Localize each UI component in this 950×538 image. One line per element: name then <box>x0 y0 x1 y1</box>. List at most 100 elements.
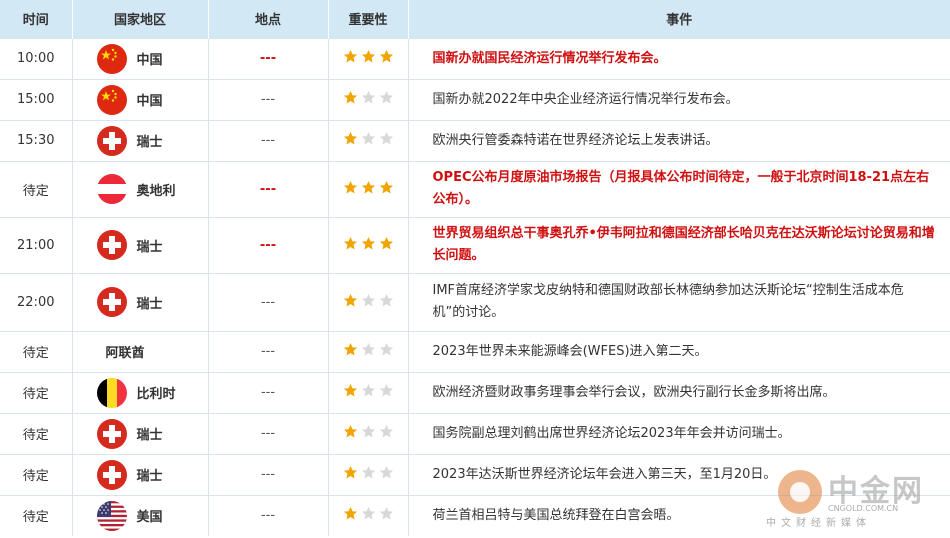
star-filled-icon <box>379 180 394 195</box>
event-time: 待定 <box>0 160 73 217</box>
event-time: 待定 <box>0 453 73 495</box>
event-description: 2023年达沃斯世界经济论坛年会进入第三天，至1月20日。 <box>408 453 950 495</box>
star-filled-icon <box>343 131 358 146</box>
star-empty-icon <box>379 342 394 357</box>
economic-calendar-table: 时间 国家地区 地点 重要性 事件 10:00 中国 --- 国新办就国民经济运行情况… <box>0 0 950 536</box>
star-filled-icon <box>343 180 358 195</box>
importance-rating <box>328 216 409 273</box>
event-place: --- <box>208 216 329 273</box>
event-country: 中国 <box>72 78 209 120</box>
table-row: 待定 瑞士 --- 国务院副总理刘鹤出席世界经济论坛2023年年会并访问瑞士。 <box>0 412 950 454</box>
star-filled-icon <box>343 342 358 357</box>
star-empty-icon <box>379 506 394 521</box>
table-row: 待定 瑞士 --- 2023年达沃斯世界经济论坛年会进入第三天，至1月20日。 <box>0 453 950 495</box>
table-row: 待定 美国 --- 荷兰首相吕特与美国总统拜登在白宫会晤。 <box>0 494 950 536</box>
flag-switzerland-icon <box>96 230 127 260</box>
star-filled-icon <box>361 180 376 195</box>
star-empty-icon <box>361 383 376 398</box>
header-place: 地点 <box>208 0 329 38</box>
star-empty-icon <box>361 424 376 439</box>
star-filled-icon <box>343 424 358 439</box>
event-description: OPEC公布月度原油市场报告（月报具体公布时间待定，一般于北京时间18-21点左… <box>408 160 950 217</box>
event-place: --- <box>208 37 329 79</box>
event-description: 2023年世界未来能源峰会(WFES)进入第二天。 <box>408 330 950 372</box>
star-filled-icon <box>343 383 358 398</box>
star-filled-icon <box>379 49 394 64</box>
table-row: 15:00 中国 --- 国新办就2022年中央企业经济运行情况举行发布会。 <box>0 78 950 120</box>
event-time: 15:00 <box>0 78 73 120</box>
event-country: 中国 <box>72 37 209 79</box>
event-description: 国新办就2022年中央企业经济运行情况举行发布会。 <box>408 78 950 120</box>
event-country: 美国 <box>72 494 209 536</box>
header-row: 时间 国家地区 地点 重要性 事件 <box>0 0 950 38</box>
event-time: 待定 <box>0 371 73 413</box>
event-country: 阿联酋 <box>72 330 209 372</box>
star-filled-icon <box>361 236 376 251</box>
event-description: 世界贸易组织总干事奥孔乔•伊韦阿拉和德国经济部长哈贝克在达沃斯论坛讨论贸易和增长… <box>408 216 950 273</box>
table-row: 21:00 瑞士 --- 世界贸易组织总干事奥孔乔•伊韦阿拉和德国经济部长哈贝克在达沃… <box>0 216 950 273</box>
country-name: 中国 <box>136 53 163 68</box>
header-country: 国家地区 <box>72 0 209 38</box>
event-country: 瑞士 <box>72 272 209 331</box>
table-row: 待定 阿联酋 --- 2023年世界未来能源峰会(WFES)进入第二天。 <box>0 330 950 372</box>
flag-usa-icon <box>96 500 127 531</box>
importance-rating <box>328 412 409 454</box>
event-country: 瑞士 <box>72 216 209 273</box>
flag-china-icon <box>96 43 127 74</box>
importance-rating <box>328 453 409 495</box>
importance-rating <box>328 37 409 79</box>
importance-rating <box>328 119 409 161</box>
star-filled-icon <box>343 293 358 308</box>
importance-rating <box>328 272 409 331</box>
event-description: 欧洲央行管委森特诺在世界经济论坛上发表讲话。 <box>408 119 950 161</box>
flag-austria-icon <box>96 174 127 204</box>
country-name: 瑞士 <box>136 296 163 312</box>
star-empty-icon <box>361 465 376 480</box>
importance-rating <box>328 160 409 217</box>
event-description: IMF首席经济学家戈皮纳特和德国财政部长林德纳参加达沃斯论坛“控制生活成本危机”… <box>408 272 950 331</box>
country-name: 中国 <box>136 94 163 109</box>
star-filled-icon <box>343 49 358 64</box>
event-description: 欧洲经济暨财政事务理事会举行会议，欧洲央行副行长金多斯将出席。 <box>408 371 950 413</box>
star-empty-icon <box>379 383 394 398</box>
country-name: 瑞士 <box>136 428 163 443</box>
country-name: 瑞士 <box>136 239 163 255</box>
star-filled-icon <box>343 236 358 251</box>
flag-switzerland-icon <box>96 125 127 156</box>
event-place: --- <box>208 119 329 161</box>
country-name: 比利时 <box>136 387 176 402</box>
event-description: 国务院副总理刘鹤出席世界经济论坛2023年年会并访问瑞士。 <box>408 412 950 454</box>
star-filled-icon <box>343 90 358 105</box>
event-country: 奥地利 <box>72 160 209 217</box>
event-place: --- <box>208 453 329 495</box>
country-name: 美国 <box>136 510 163 526</box>
star-filled-icon <box>379 236 394 251</box>
star-empty-icon <box>379 424 394 439</box>
star-empty-icon <box>361 342 376 357</box>
star-filled-icon <box>343 506 358 521</box>
event-country: 瑞士 <box>72 453 209 495</box>
event-time: 10:00 <box>0 37 73 79</box>
event-description: 荷兰首相吕特与美国总统拜登在白宫会晤。 <box>408 494 950 536</box>
country-name: 瑞士 <box>136 469 163 484</box>
country-name: 阿联酋 <box>105 346 145 361</box>
event-place: --- <box>208 330 329 372</box>
flag-switzerland-icon <box>96 418 127 449</box>
importance-rating <box>328 330 409 372</box>
header-importance: 重要性 <box>328 0 409 38</box>
importance-rating <box>328 371 409 413</box>
star-empty-icon <box>361 131 376 146</box>
event-time: 22:00 <box>0 272 73 331</box>
star-filled-icon <box>343 465 358 480</box>
event-country: 瑞士 <box>72 412 209 454</box>
importance-rating <box>328 78 409 120</box>
flag-switzerland-icon <box>96 287 127 317</box>
event-place: --- <box>208 78 329 120</box>
star-empty-icon <box>379 131 394 146</box>
star-empty-icon <box>379 293 394 308</box>
event-time: 待定 <box>0 330 73 372</box>
event-time: 待定 <box>0 494 73 536</box>
event-place: --- <box>208 371 329 413</box>
header-event: 事件 <box>408 0 950 38</box>
country-name: 奥地利 <box>136 183 176 199</box>
